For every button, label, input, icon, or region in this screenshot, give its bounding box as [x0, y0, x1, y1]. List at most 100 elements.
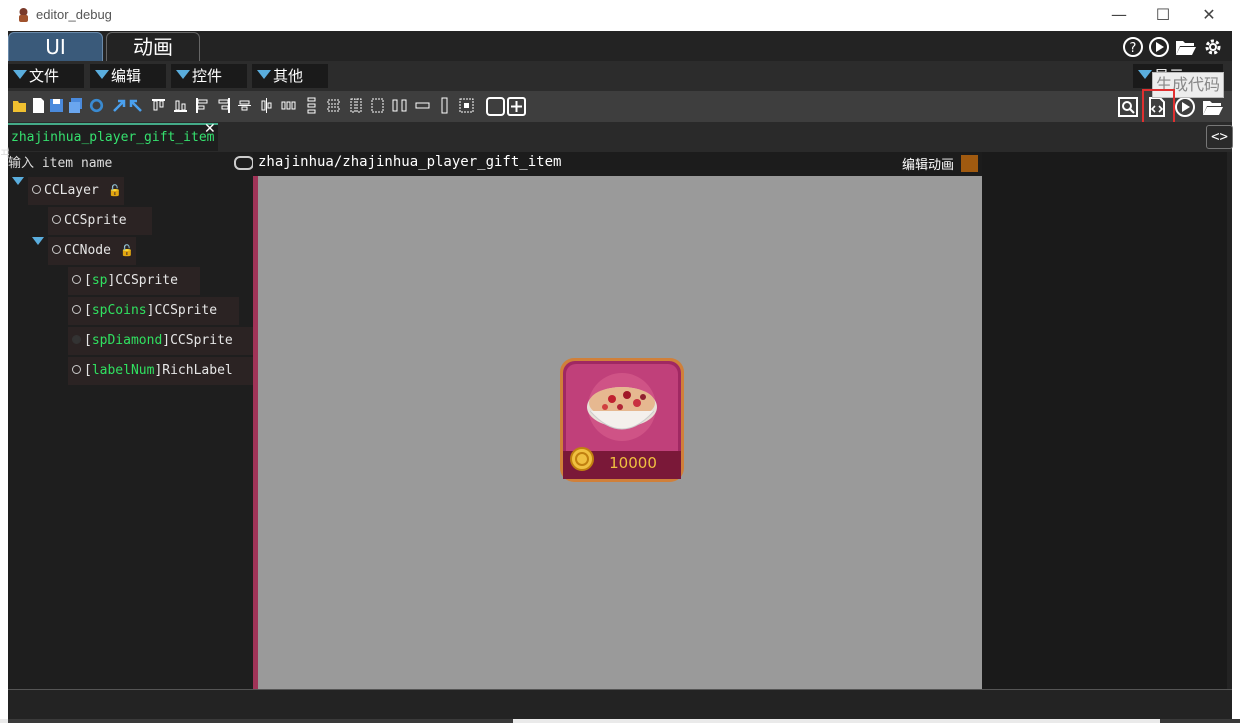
run-play-icon[interactable] — [1174, 96, 1196, 118]
coin-icon — [570, 447, 594, 471]
tab-animation[interactable]: 动画 — [106, 32, 200, 62]
behind-window-edge-right — [1160, 719, 1240, 723]
undo-arrow-icon[interactable] — [128, 97, 143, 114]
menu-file[interactable]: 文件 — [8, 64, 84, 88]
dropdown-triangle-icon — [13, 70, 27, 79]
same-height-icon[interactable] — [348, 97, 363, 114]
open-folder-icon[interactable] — [1175, 36, 1197, 58]
visibility-dot-icon[interactable] — [52, 215, 61, 224]
frame-select-icon[interactable] — [486, 97, 505, 116]
visibility-dot-icon[interactable] — [72, 365, 81, 374]
tree-node-label: CCNode — [64, 243, 111, 258]
refresh-icon[interactable] — [89, 97, 104, 114]
tree-node-ccnode[interactable]: CCNode 🔓 — [32, 237, 136, 265]
align-right-icon[interactable] — [216, 97, 231, 114]
tree-node-label: ]RichLabel — [154, 363, 233, 378]
dropdown-triangle-icon — [1138, 70, 1152, 79]
space-evenly-icon[interactable] — [392, 97, 407, 114]
tree-node-labelnum[interactable]: [labelNum]RichLabel — [68, 357, 253, 385]
fit-content-icon[interactable] — [459, 97, 474, 114]
window-titlebar: editor_debug — ☐ ✕ — [0, 0, 1240, 31]
align-center-vertical-icon[interactable] — [237, 97, 252, 114]
align-bottom-icon[interactable] — [173, 97, 188, 114]
expand-triangle-icon[interactable] — [32, 237, 44, 245]
bracket-open: [ — [84, 303, 92, 318]
close-window-button[interactable]: ✕ — [1192, 4, 1226, 26]
menu-controls[interactable]: 控件 — [171, 64, 247, 88]
expand-triangle-icon[interactable] — [12, 177, 24, 185]
tree-node-ccsprite[interactable]: CCSprite — [48, 207, 152, 235]
help-icon[interactable]: ? — [1122, 36, 1144, 58]
save-all-icon[interactable] — [68, 97, 83, 114]
play-icon[interactable] — [1148, 36, 1170, 58]
visibility-dot-icon[interactable] — [52, 245, 61, 254]
svg-text:?: ? — [1130, 41, 1137, 56]
tree-node-label: ]CCSprite — [107, 273, 178, 288]
menu-edit[interactable]: 编辑 — [90, 64, 166, 88]
bracket-open: [ — [84, 333, 92, 348]
toolbar — [8, 91, 1232, 122]
tree-node-var-name: spDiamond — [91, 333, 163, 348]
preview-search-icon[interactable] — [1117, 96, 1139, 118]
nav-arrows-button[interactable]: <> — [1206, 125, 1233, 149]
tree-node-var-name: sp — [91, 273, 108, 288]
hidden-dot-icon[interactable] — [72, 335, 81, 344]
tree-node-cclayer[interactable]: CCLayer 🔓 — [12, 177, 124, 205]
lock-icon[interactable]: 🔓 — [120, 237, 134, 265]
dropdown-triangle-icon — [257, 70, 271, 79]
align-top-icon[interactable] — [151, 97, 166, 114]
settings-gear-icon[interactable] — [1202, 36, 1224, 58]
distribute-horizontal-icon[interactable] — [281, 97, 296, 114]
tree-node-sp[interactable]: [sp]CCSprite — [68, 267, 200, 295]
visibility-dot-icon[interactable] — [32, 185, 41, 194]
menu-edit-label: 编辑 — [111, 67, 142, 85]
maximize-button[interactable]: ☐ — [1146, 4, 1180, 26]
document-tab[interactable]: zhajinhua_player_gift_item — [8, 123, 218, 151]
visibility-dot-icon[interactable] — [72, 305, 81, 314]
tab-ui[interactable]: UI — [8, 32, 103, 62]
behind-window-edge — [8, 719, 513, 723]
search-bubble-icon[interactable] — [234, 156, 254, 171]
open-file-icon[interactable] — [12, 97, 27, 114]
document-tab-label: zhajinhua_player_gift_item — [11, 130, 215, 145]
menu-other[interactable]: 其他 — [252, 64, 328, 88]
tree-node-var-name: labelNum — [91, 363, 155, 378]
dropdown-triangle-icon — [176, 70, 190, 79]
distribute-vertical-icon[interactable] — [304, 97, 319, 114]
stretch-vertical-icon[interactable] — [437, 97, 452, 114]
same-size-icon[interactable] — [370, 97, 385, 114]
edit-animation-toggle[interactable] — [961, 155, 978, 172]
menu-controls-label: 控件 — [192, 67, 223, 85]
tree-node-label: ]CCSprite — [162, 333, 233, 348]
add-frame-icon[interactable] — [507, 97, 526, 116]
visibility-dot-icon[interactable] — [72, 275, 81, 284]
gift-amount-label: 10000 — [609, 454, 657, 472]
dropdown-triangle-icon — [95, 70, 109, 79]
same-width-icon[interactable] — [326, 97, 341, 114]
save-icon[interactable] — [49, 97, 64, 114]
close-tab-button[interactable]: ✕ — [204, 121, 216, 137]
bracket-open: [ — [84, 273, 92, 288]
align-center-horizontal-icon[interactable] — [259, 97, 274, 114]
open-directory-icon[interactable] — [1202, 96, 1224, 118]
properties-panel — [982, 152, 1227, 689]
tree-node-var-name: spCoins — [91, 303, 147, 318]
lock-icon[interactable]: 🔓 — [108, 177, 122, 205]
tree-node-spdiamond[interactable]: [spDiamond]CCSprite — [68, 327, 253, 355]
stretch-horizontal-icon[interactable] — [415, 97, 430, 114]
canvas-left-border — [253, 176, 258, 689]
new-file-icon[interactable] — [31, 97, 46, 114]
redo-arrow-icon[interactable] — [112, 97, 127, 114]
app-icon — [19, 8, 28, 22]
align-left-icon[interactable] — [195, 97, 210, 114]
tree-node-label: CCSprite — [64, 213, 127, 228]
item-name-search-input[interactable]: 输入 item name — [8, 154, 252, 174]
menu-file-label: 文件 — [29, 67, 60, 85]
minimize-button[interactable]: — — [1102, 4, 1136, 26]
status-bar — [8, 689, 1232, 720]
window-title: editor_debug — [36, 7, 112, 22]
edit-animation-label: 编辑动画 — [902, 158, 955, 173]
tree-node-spcoins[interactable]: [spCoins]CCSprite — [68, 297, 239, 325]
menu-other-label: 其他 — [273, 67, 304, 85]
tree-node-label: ]CCSprite — [146, 303, 218, 318]
